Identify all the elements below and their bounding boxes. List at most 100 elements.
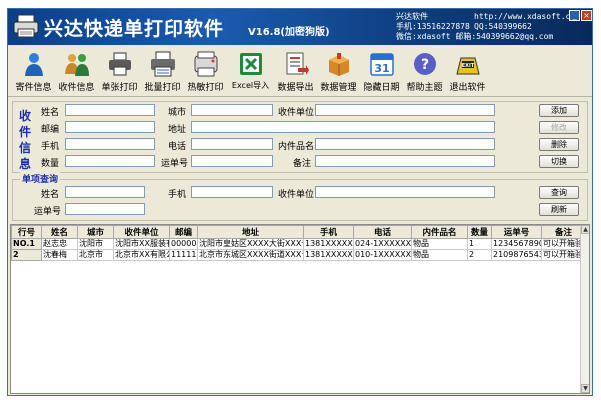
hide-date-button[interactable]: 31 隐藏日期 xyxy=(360,47,403,97)
table-cell[interactable]: 沈春梅 xyxy=(41,249,78,261)
printer-stack-icon xyxy=(150,51,175,77)
query-name-input[interactable] xyxy=(65,186,145,198)
sender-info-button[interactable]: 寄件信息 xyxy=(12,47,55,97)
close-button[interactable]: × xyxy=(581,10,592,21)
address-input[interactable] xyxy=(191,121,495,133)
table-cell[interactable]: 赵志忠 xyxy=(41,238,78,250)
database-icon xyxy=(328,53,349,76)
col-header[interactable]: 邮编 xyxy=(169,225,198,239)
zip-input[interactable] xyxy=(65,121,155,133)
scroll-down-arrow-icon[interactable]: ▼ xyxy=(581,384,589,393)
table-cell[interactable]: 123456789012 xyxy=(491,238,542,250)
query-tracking-input[interactable] xyxy=(65,203,145,215)
help-topics-button[interactable]: ? 帮助主题 xyxy=(403,47,446,97)
table-cell[interactable]: 1 xyxy=(467,238,492,250)
table-cell[interactable]: 000000 xyxy=(169,238,198,250)
single-print-label: 单张打印 xyxy=(101,83,138,93)
table-cell[interactable]: 北京市 xyxy=(77,249,114,261)
table-cell[interactable]: 1381XXXXXXXX xyxy=(303,249,354,261)
table-cell[interactable]: 024-1XXXXXXX xyxy=(353,238,412,250)
col-header[interactable]: 数量 xyxy=(467,225,492,239)
vendor-name: 兴达软件 xyxy=(396,12,428,21)
search-button[interactable]: 查询 xyxy=(539,186,579,199)
product-input[interactable] xyxy=(315,138,495,150)
add-button[interactable]: 添加 xyxy=(539,104,579,117)
table-cell: 2 xyxy=(11,249,42,261)
switch-button[interactable]: 切换 xyxy=(539,155,579,168)
excel-import-button[interactable]: Excel导入 xyxy=(227,47,274,97)
table-row[interactable]: NO.1 赵志忠 沈阳市 沈阳市XX服装有 000000 沈阳市皇姑区XXXX大… xyxy=(11,238,586,250)
refresh-button[interactable]: 刷新 xyxy=(539,203,579,216)
city-input[interactable] xyxy=(191,104,273,116)
records-table: 行号 姓名 城市 收件单位 邮编 地址 手机 电话 内件品名 数量 运单号 备注… xyxy=(10,224,590,394)
col-header[interactable]: 运单号 xyxy=(491,225,542,239)
name-label: 姓名 xyxy=(41,108,60,118)
printer-icon xyxy=(108,52,131,76)
main-window: 兴达快递单打印软件 V16.8(加密狗版) 兴达软件 http://www.xda… xyxy=(7,8,593,396)
remark-label: 备注 xyxy=(293,159,312,169)
col-header[interactable]: 手机 xyxy=(303,225,354,239)
delete-button[interactable]: 删除 xyxy=(539,138,579,151)
col-header[interactable]: 城市 xyxy=(77,225,114,239)
table-cell[interactable]: 物品 xyxy=(411,238,468,250)
mobile-input[interactable] xyxy=(65,138,155,150)
table-cell[interactable]: 可以开箱验货 xyxy=(541,249,586,261)
table-cell[interactable]: 物品 xyxy=(411,249,468,261)
col-header[interactable]: 电话 xyxy=(353,225,412,239)
tracking-input[interactable] xyxy=(191,155,273,167)
printer-logo-icon xyxy=(13,14,39,38)
exit-software-button[interactable]: EXIT 退出软件 xyxy=(446,47,489,97)
data-management-button[interactable]: 数据管理 xyxy=(317,47,360,97)
table-cell[interactable]: 沈阳市XX服装有 xyxy=(113,238,170,250)
unit-input[interactable] xyxy=(315,104,495,116)
vendor-qq: QQ:540399662 xyxy=(474,22,532,31)
table-cell[interactable]: 北京市XX有限公 xyxy=(113,249,170,261)
col-header[interactable]: 姓名 xyxy=(41,225,78,239)
vertical-scrollbar[interactable]: ▲ ▼ xyxy=(580,225,589,393)
query-mobile-input[interactable] xyxy=(191,186,273,198)
query-unit-label: 收件单位 xyxy=(278,190,315,200)
mobile-label: 手机 xyxy=(41,142,60,152)
table-cell[interactable]: 沈阳市 xyxy=(77,238,114,250)
phone-input[interactable] xyxy=(191,138,273,150)
table-cell: NO.1 xyxy=(11,238,42,250)
query-mobile-label: 手机 xyxy=(168,190,187,200)
table-cell[interactable]: 沈阳市皇姑区XXXX大街XXX号 xyxy=(197,238,304,250)
col-header[interactable]: 备注 xyxy=(541,225,586,239)
title-banner: 兴达快递单打印软件 V16.8(加密狗版) 兴达软件 http://www.xda… xyxy=(8,9,592,45)
city-label: 城市 xyxy=(168,108,187,118)
recipient-info-button[interactable]: 收件信息 xyxy=(55,47,98,97)
data-export-button[interactable]: 数据导出 xyxy=(274,47,317,97)
col-header[interactable]: 行号 xyxy=(11,225,42,239)
data-management-label: 数据管理 xyxy=(320,83,357,93)
query-unit-input[interactable] xyxy=(315,186,495,198)
export-icon xyxy=(286,52,309,75)
table-cell[interactable]: 1381XXXXXXXX xyxy=(303,238,354,250)
recipient-side-label: 收 件 信 息 xyxy=(18,109,31,171)
unit-label: 收件单位 xyxy=(278,108,315,118)
single-print-button[interactable]: 单张打印 xyxy=(98,47,141,97)
table-cell[interactable]: 2 xyxy=(467,249,492,261)
table-cell[interactable]: 010-1XXXXXXX xyxy=(353,249,412,261)
minimize-button[interactable]: _ xyxy=(569,10,580,21)
table-cell[interactable]: 210987654321 xyxy=(491,249,542,261)
name-input[interactable] xyxy=(65,104,155,116)
col-header[interactable]: 地址 xyxy=(197,225,304,239)
table-cell[interactable]: 111111 xyxy=(169,249,198,261)
thermal-print-button[interactable]: 热敏打印 xyxy=(184,47,227,97)
remark-input[interactable] xyxy=(315,155,495,167)
hide-date-label: 隐藏日期 xyxy=(363,83,400,93)
col-header[interactable]: 收件单位 xyxy=(113,225,170,239)
query-tracking-label: 运单号 xyxy=(34,207,62,217)
data-export-label: 数据导出 xyxy=(277,83,314,93)
address-label: 地址 xyxy=(168,125,187,135)
scroll-up-arrow-icon[interactable]: ▲ xyxy=(581,225,589,234)
modify-button[interactable]: 修改 xyxy=(539,121,579,134)
table-cell[interactable]: 可以开箱验货 xyxy=(541,238,586,250)
table-cell[interactable]: 北京市东城区XXXX街道XXX号 xyxy=(197,249,304,261)
table-row[interactable]: 2 沈春梅 北京市 北京市XX有限公 111111 北京市东城区XXXX街道XX… xyxy=(11,249,586,261)
batch-print-button[interactable]: 批量打印 xyxy=(141,47,184,97)
query-title: 单项查询 xyxy=(20,172,61,185)
col-header[interactable]: 内件品名 xyxy=(411,225,468,239)
qty-input[interactable] xyxy=(65,155,155,167)
